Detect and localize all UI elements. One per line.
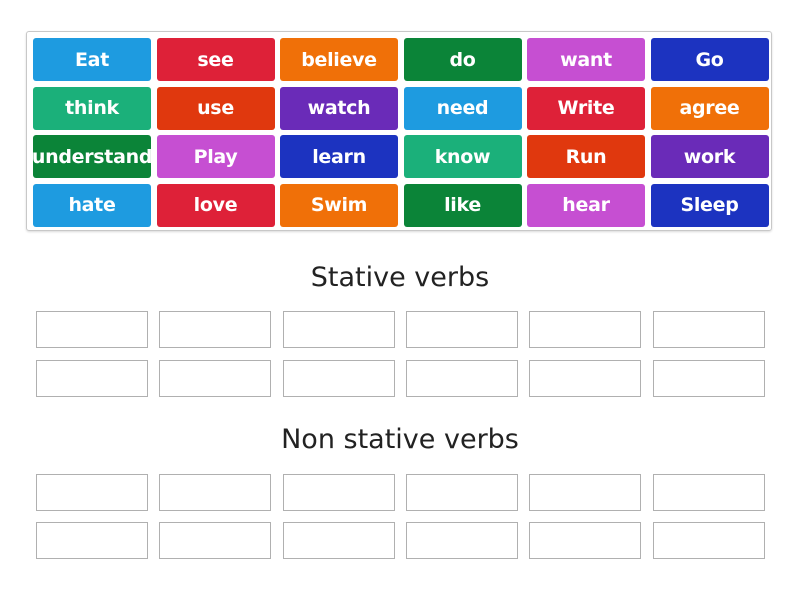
drop-slot[interactable] — [282, 522, 395, 559]
drop-slot[interactable] — [652, 474, 765, 511]
word-tile[interactable]: agree — [650, 86, 769, 130]
drop-slot[interactable] — [529, 474, 642, 511]
word-tile[interactable]: understand — [32, 135, 152, 178]
group-heading-stative: Stative verbs — [310, 262, 490, 293]
drop-slot[interactable] — [405, 474, 518, 511]
word-tile[interactable]: Go — [650, 38, 769, 81]
drop-slot[interactable] — [159, 522, 272, 559]
group-heading-non-stative: Non stative verbs — [281, 424, 519, 455]
drop-slot[interactable] — [405, 522, 518, 559]
word-tile[interactable]: want — [527, 38, 645, 81]
drop-slot[interactable] — [159, 360, 272, 397]
drop-slot[interactable] — [36, 522, 148, 559]
drop-slot[interactable] — [282, 360, 395, 397]
drop-slot[interactable] — [282, 311, 395, 348]
word-tile[interactable]: Run — [527, 135, 645, 178]
word-tile[interactable]: love — [156, 183, 275, 227]
word-tile[interactable]: see — [156, 38, 275, 81]
word-tile[interactable]: Eat — [33, 38, 151, 81]
word-tile[interactable]: hate — [33, 183, 151, 227]
drop-slot[interactable] — [529, 311, 642, 348]
drop-slot[interactable] — [652, 360, 765, 397]
word-tile[interactable]: watch — [280, 86, 398, 130]
word-tile[interactable]: like — [403, 183, 522, 227]
word-tile[interactable]: believe — [280, 38, 398, 81]
drop-slot[interactable] — [652, 522, 765, 559]
word-tile[interactable]: work — [650, 135, 769, 178]
word-tile[interactable]: Play — [156, 135, 275, 178]
drop-slot[interactable] — [652, 311, 765, 348]
word-tile[interactable]: know — [403, 135, 522, 178]
drop-slot[interactable] — [36, 311, 148, 348]
drop-slot[interactable] — [529, 360, 642, 397]
word-tile[interactable]: learn — [280, 135, 398, 178]
drop-slot[interactable] — [405, 311, 518, 348]
word-tile[interactable]: think — [33, 86, 151, 130]
word-tile[interactable]: do — [403, 38, 522, 81]
word-bank: Eat see believe do want Go think use watch need Wr… — [26, 31, 772, 231]
drop-slot[interactable] — [282, 474, 395, 511]
word-tile[interactable]: Write — [527, 86, 645, 130]
drop-slot[interactable] — [529, 522, 642, 559]
drop-slot[interactable] — [159, 311, 272, 348]
word-tile[interactable]: Swim — [280, 183, 398, 227]
drop-slot[interactable] — [405, 360, 518, 397]
word-tile[interactable]: hear — [527, 183, 645, 227]
drop-slot[interactable] — [36, 474, 148, 511]
word-tile[interactable]: use — [156, 86, 275, 130]
drop-slot[interactable] — [36, 360, 148, 397]
word-tile[interactable]: need — [403, 86, 522, 130]
drop-slot[interactable] — [159, 474, 272, 511]
word-tile[interactable]: Sleep — [650, 183, 769, 227]
